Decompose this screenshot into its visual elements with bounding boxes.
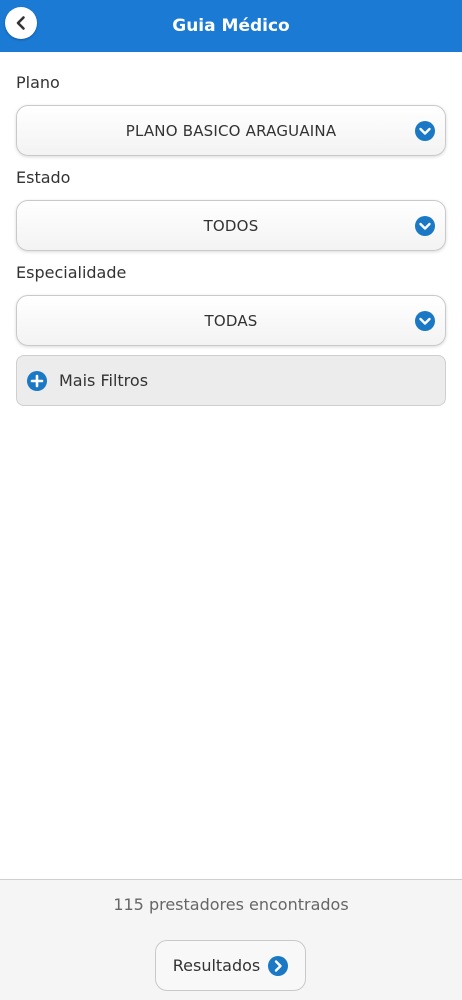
- page-title: Guia Médico: [172, 16, 290, 36]
- plano-select[interactable]: PLANO BASICO ARAGUAINA: [16, 105, 446, 156]
- results-button-label: Resultados: [172, 956, 261, 975]
- estado-select[interactable]: TODOS: [16, 200, 446, 251]
- mais-filtros-button[interactable]: Mais Filtros: [16, 355, 446, 406]
- results-count: 115 prestadores encontrados: [113, 895, 349, 914]
- estado-value: TODOS: [203, 216, 259, 235]
- mais-filtros-label: Mais Filtros: [59, 371, 149, 390]
- results-footer: 115 prestadores encontrados Resultados: [0, 879, 462, 1000]
- chevron-down-icon: [415, 120, 435, 141]
- results-button[interactable]: Resultados: [155, 940, 306, 991]
- chevron-left-icon: [16, 16, 25, 30]
- especialidade-value: TODAS: [204, 311, 258, 330]
- chevron-down-icon: [415, 310, 435, 331]
- filter-form: Plano PLANO BASICO ARAGUAINA Estado TODO…: [16, 52, 446, 406]
- especialidade-select[interactable]: TODAS: [16, 295, 446, 346]
- plano-label: Plano: [16, 73, 60, 92]
- especialidade-label: Especialidade: [16, 263, 127, 282]
- chevron-down-icon: [415, 215, 435, 236]
- back-button[interactable]: [5, 7, 37, 39]
- plano-value: PLANO BASICO ARAGUAINA: [125, 121, 337, 140]
- plus-circle-icon: [27, 370, 47, 391]
- estado-label: Estado: [16, 168, 71, 187]
- app-header: Guia Médico: [0, 0, 462, 52]
- chevron-right-circle-icon: [268, 955, 289, 976]
